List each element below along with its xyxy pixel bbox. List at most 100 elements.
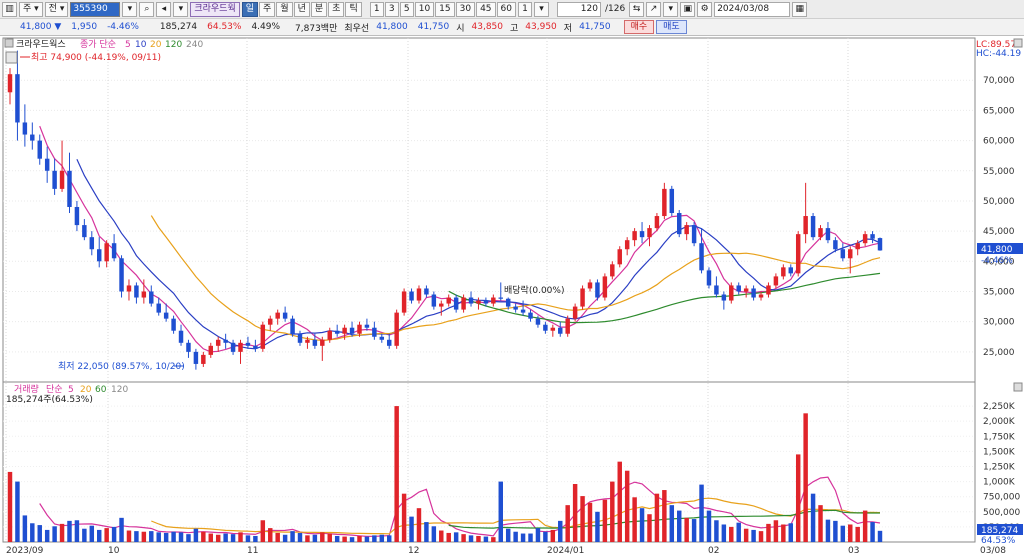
- period-button-3[interactable]: 년: [293, 1, 310, 17]
- market-dropdown[interactable]: 전 ▾: [44, 1, 69, 17]
- volume-bar: [282, 534, 288, 542]
- candle-body: [208, 345, 213, 355]
- ma-period-240: 240: [186, 40, 203, 50]
- volume-bar: [186, 534, 191, 542]
- step-input[interactable]: 1: [517, 1, 532, 17]
- chart-menu-icon[interactable]: ▥: [2, 1, 17, 17]
- code-dropdown-icon[interactable]: ▾: [122, 1, 138, 17]
- candle-body: [706, 270, 712, 286]
- volume-tick-label: 2,250K: [983, 402, 1016, 412]
- candle-body: [632, 231, 637, 241]
- candle-body: [714, 285, 719, 295]
- candle-body: [409, 291, 414, 301]
- layout-icon[interactable]: [5, 51, 18, 64]
- volume-tick-label: 1,000K: [983, 478, 1016, 488]
- period-button-4[interactable]: 분: [310, 1, 328, 17]
- volume-bar: [268, 528, 273, 542]
- step-button-1[interactable]: 1: [369, 1, 384, 17]
- volume-bar: [617, 461, 622, 542]
- candle-body: [833, 240, 838, 250]
- period-button-2[interactable]: 월: [276, 1, 293, 17]
- candle-body: [825, 228, 831, 241]
- candle-body: [550, 327, 556, 331]
- count-input[interactable]: 120: [556, 1, 601, 17]
- period-button-1[interactable]: 주: [259, 1, 276, 17]
- candle-body: [662, 188, 667, 217]
- settings-icon[interactable]: ⚙: [697, 1, 713, 17]
- volume-bar: [803, 413, 808, 542]
- volume-bar: [870, 522, 875, 542]
- candle-body: [572, 306, 578, 319]
- step-button-3[interactable]: 3: [384, 1, 399, 17]
- volume-bar: [766, 523, 771, 542]
- stock-name[interactable]: 크라우드웍: [190, 1, 240, 17]
- step-button-45[interactable]: 45: [476, 1, 496, 17]
- candle-body: [305, 339, 310, 343]
- candle-body: [483, 300, 489, 304]
- candle-body: [342, 327, 347, 334]
- volume-bar: [30, 523, 35, 542]
- candle-body: [476, 300, 481, 304]
- volume-bar: [104, 528, 109, 542]
- hc-label: HC:-44.19: [976, 49, 1021, 59]
- chart-canvas[interactable]: 70,00065,00060,00055,00050,00045,00040,0…: [0, 36, 1024, 558]
- link-icon[interactable]: ⇆: [629, 1, 645, 17]
- step-dropdown-icon[interactable]: ▾: [533, 1, 549, 17]
- calendar-icon[interactable]: ▦: [792, 1, 808, 17]
- candle-body: [401, 291, 407, 313]
- candle-body: [22, 122, 28, 135]
- volume-bar: [439, 530, 444, 542]
- speaker-dropdown-icon[interactable]: ▾: [173, 1, 189, 17]
- period-button-0[interactable]: 일: [241, 1, 259, 17]
- menu-dropdown[interactable]: 주 ▾: [19, 1, 43, 17]
- volume-tick-label: 1,250K: [983, 462, 1016, 472]
- speaker-icon[interactable]: ◂: [156, 1, 172, 17]
- candle-body: [349, 327, 355, 334]
- step-button-30[interactable]: 30: [455, 1, 476, 17]
- search-icon[interactable]: ⌕: [139, 1, 155, 17]
- volume-bar: [743, 528, 749, 542]
- volume-pane-close-icon[interactable]: [1013, 382, 1023, 392]
- trend-icon[interactable]: ↗: [646, 1, 662, 17]
- candle-body: [669, 188, 675, 214]
- trend-dropdown-icon[interactable]: ▾: [663, 1, 679, 17]
- candle-body: [149, 291, 154, 304]
- volume-bar: [59, 523, 65, 542]
- volume-bar: [215, 534, 221, 542]
- step-button-10[interactable]: 10: [414, 1, 435, 17]
- price-pane-close-icon[interactable]: [1013, 38, 1023, 48]
- volume-bar: [758, 531, 764, 542]
- price-tick-label: 50,000: [983, 197, 1015, 207]
- step-button-60[interactable]: 60: [496, 1, 516, 17]
- candle-body: [505, 298, 511, 307]
- candle-body: [223, 339, 228, 343]
- volume-bar: [773, 520, 779, 542]
- candle-body: [773, 276, 779, 286]
- pane-toggle-icon[interactable]: [4, 38, 14, 48]
- open-value: 43,850: [471, 22, 504, 32]
- period-buttons: 일주월년분초틱: [241, 1, 362, 17]
- candle-body: [528, 312, 533, 319]
- volume-bar: [476, 535, 481, 542]
- menu-label: 주: [23, 3, 32, 14]
- volume-current-value: 185,274: [981, 526, 1018, 536]
- candle-body: [201, 354, 206, 364]
- candle-body: [163, 312, 169, 319]
- volume-bar: [37, 525, 42, 542]
- period-button-5[interactable]: 초: [328, 1, 345, 17]
- candle-body: [416, 288, 422, 301]
- stock-code-input[interactable]: 355390: [70, 1, 121, 17]
- step-button-15[interactable]: 15: [435, 1, 455, 17]
- volume-bar: [97, 529, 102, 542]
- volume-title: 거래량: [14, 383, 39, 395]
- step-button-5[interactable]: 5: [399, 1, 414, 17]
- candle-body: [491, 297, 496, 304]
- date-input[interactable]: 2024/03/08: [714, 1, 791, 17]
- period-button-6[interactable]: 틱: [345, 1, 362, 17]
- candle-body: [535, 318, 541, 325]
- save-icon[interactable]: ▣: [680, 1, 696, 17]
- price-ma-label: 종가 단순: [80, 39, 116, 50]
- sell-button[interactable]: 매도: [656, 20, 687, 34]
- candle-body: [639, 231, 645, 238]
- buy-button[interactable]: 매수: [623, 20, 655, 34]
